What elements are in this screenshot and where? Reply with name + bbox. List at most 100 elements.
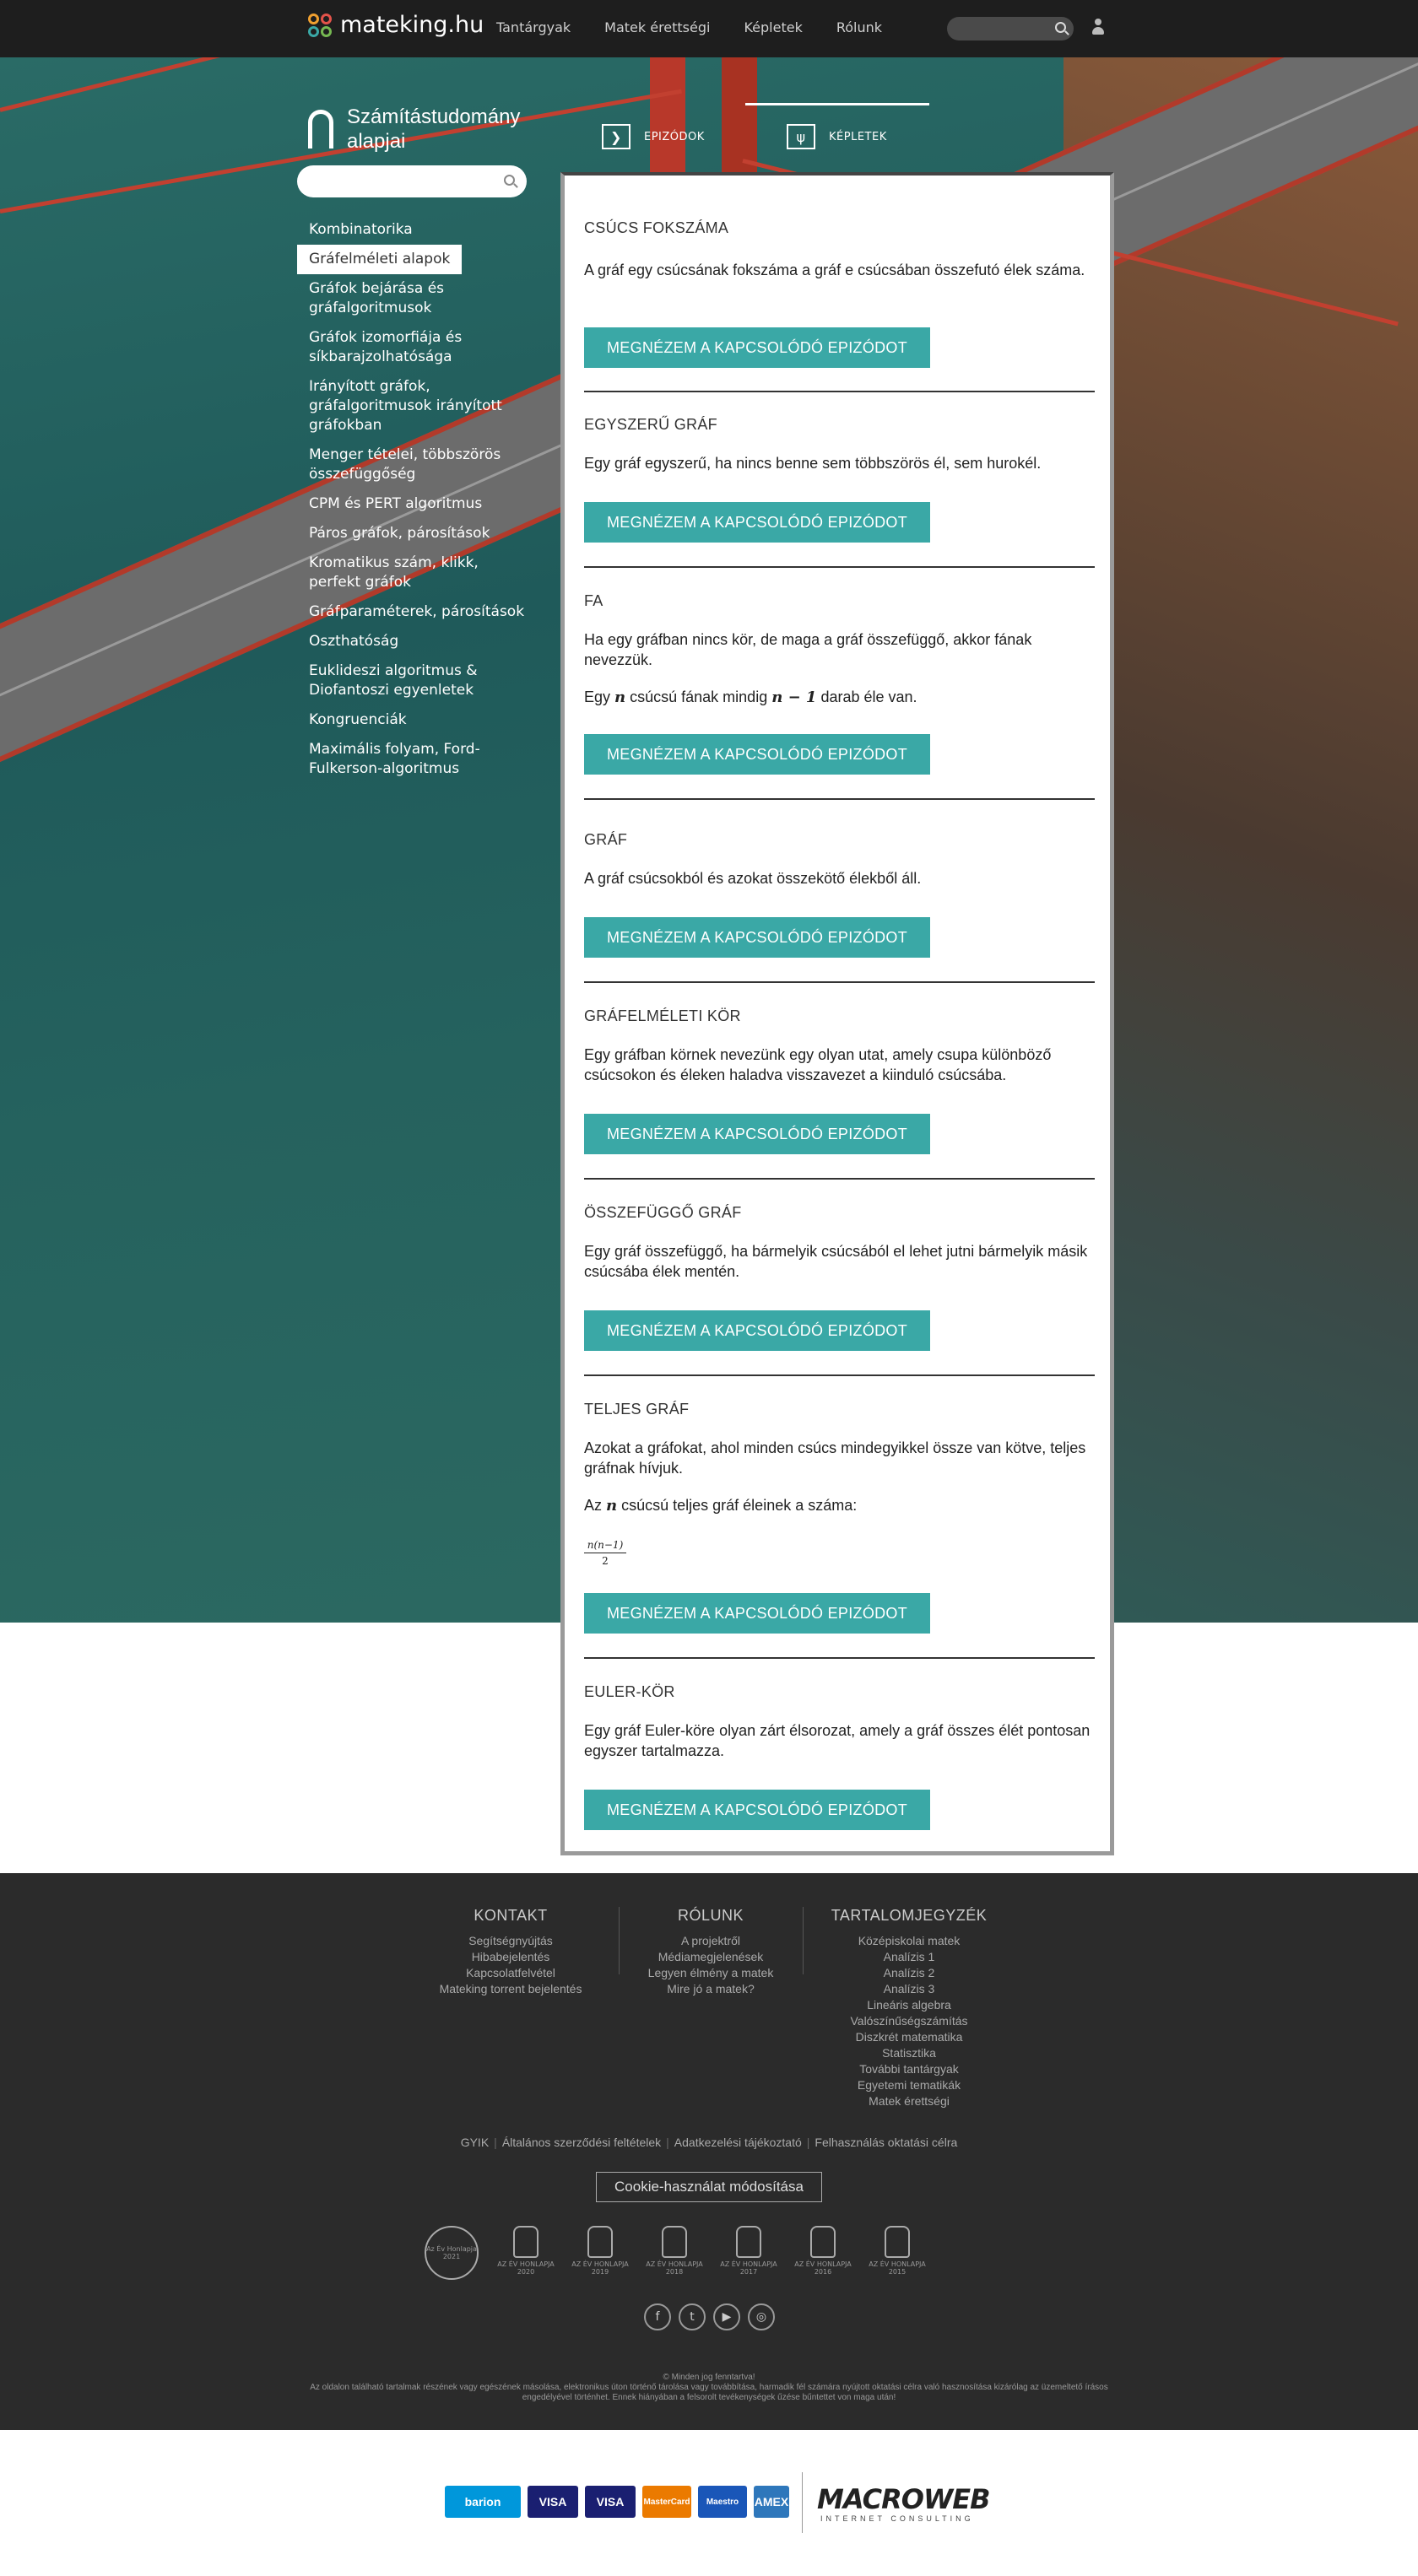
formula-entry: FA Ha egy gráfban nincs kör, de maga a g…	[584, 592, 1095, 800]
award-label: AZ ÉV HONLAPJA 2017	[720, 2260, 777, 2276]
user-icon[interactable]	[1091, 19, 1105, 35]
sidebar-item[interactable]: CPM és PERT algoritmus	[297, 489, 542, 519]
footer-link[interactable]: Középiskolai matek	[819, 1933, 999, 1949]
site-of-the-year-badge: AZ ÉV HONLAPJA 2016	[793, 2226, 852, 2287]
entry-text: A gráf egy csúcsának fokszáma a gráf e c…	[584, 262, 1085, 278]
formula-entry: GRÁF A gráf csúcsokból és azokat összekö…	[584, 831, 1095, 983]
footer-link[interactable]: Analízis 2	[819, 1965, 999, 1981]
footer-link[interactable]: Kapcsolatfelvétel	[422, 1965, 599, 1981]
legal-link-privacy[interactable]: Adatkezelési tájékoztató	[669, 2136, 807, 2149]
entry-title: GRÁF	[584, 831, 628, 848]
legal-link-gyik[interactable]: GYIK	[456, 2136, 494, 2149]
award-hand-icon	[662, 2226, 687, 2258]
related-episode-button[interactable]: MEGNÉZEM A KAPCSOLÓDÓ EPIZÓDOT	[584, 734, 930, 775]
site-footer: KONTAKT Segítségnyújtás Hibabejelentés K…	[0, 1873, 1418, 2430]
nav-link-matek-erettsegi[interactable]: Matek érettségi	[604, 19, 710, 35]
search-icon[interactable]	[1055, 22, 1066, 33]
footer-link[interactable]: A projektről	[635, 1933, 787, 1949]
footer-divider	[803, 1907, 804, 1974]
site-of-the-year-badge: Az Év Honlapja 2021	[422, 2226, 481, 2287]
divider	[584, 1178, 1095, 1180]
nav-search-input[interactable]	[947, 17, 1074, 41]
formula-entry: TELJES GRÁF Azokat a gráfokat, ahol mind…	[584, 1401, 1095, 1659]
footer-link[interactable]: Analízis 3	[819, 1981, 999, 1997]
sidebar-item[interactable]: Kromatikus szám, klikk, perfekt gráfok	[297, 548, 542, 597]
footer-link[interactable]: Egyetemi tematikák	[819, 2077, 999, 2093]
sidebar-search-input[interactable]	[297, 165, 527, 197]
sidebar-item[interactable]: Euklideszi algoritmus & Diofantoszi egye…	[297, 656, 542, 705]
related-episode-button[interactable]: MEGNÉZEM A KAPCSOLÓDÓ EPIZÓDOT	[584, 1593, 930, 1634]
divider	[584, 1657, 1095, 1659]
sidebar-item-wrapper: Gráfparaméterek, párosítások	[297, 597, 542, 627]
entry-text: Egy gráf Euler-köre olyan zárt élsorozat…	[584, 1722, 1091, 1759]
formulas-panel: CSÚCS FOKSZÁMA A gráf egy csúcsának foks…	[560, 172, 1114, 1855]
sidebar-item[interactable]: Gráfparaméterek, párosítások	[297, 597, 542, 627]
sidebar-item[interactable]: Páros gráfok, párosítások	[297, 519, 542, 548]
entry-text: Ha egy gráfban nincs kör, de maga a gráf…	[584, 631, 1032, 668]
sidebar-item[interactable]: Gráfelméleti alapok	[297, 245, 463, 274]
footer-link[interactable]: Valószínűségszámítás	[819, 2013, 999, 2029]
entry-text: Egy gráfban körnek nevezünk egy olyan ut…	[584, 1046, 1052, 1083]
sidebar-item[interactable]: Menger tételei, többszörös összefüggőség	[297, 440, 542, 489]
footer-col-rolunk: RÓLUNK A projektről Médiamegjelenések Le…	[635, 1907, 787, 1997]
footer-link[interactable]: Mire jó a matek?	[635, 1981, 787, 1997]
course-arch-icon	[308, 110, 333, 149]
site-logo[interactable]: mateking.hu	[308, 12, 484, 38]
site-of-the-year-badge: AZ ÉV HONLAPJA 2019	[571, 2226, 630, 2287]
cookie-settings-button[interactable]: Cookie-használat módosítása	[596, 2172, 822, 2202]
footer-link[interactable]: Legyen élmény a matek	[635, 1965, 787, 1981]
related-episode-button[interactable]: MEGNÉZEM A KAPCSOLÓDÓ EPIZÓDOT	[584, 1310, 930, 1351]
nav-link-rolunk[interactable]: Rólunk	[836, 19, 882, 35]
related-episode-button[interactable]: MEGNÉZEM A KAPCSOLÓDÓ EPIZÓDOT	[584, 1790, 930, 1830]
footer-link[interactable]: Hibabejelentés	[422, 1949, 599, 1965]
award-hand-icon	[885, 2226, 910, 2258]
sidebar-item[interactable]: Kombinatorika	[297, 215, 542, 245]
award-label: AZ ÉV HONLAPJA 2020	[497, 2260, 555, 2276]
sidebar-item-wrapper: Menger tételei, többszörös összefüggőség	[297, 440, 542, 489]
search-icon[interactable]	[504, 175, 515, 186]
footer-link[interactable]: Lineáris algebra	[819, 1997, 999, 2013]
entry-title: EULER-KÖR	[584, 1683, 675, 1700]
instagram-icon[interactable]: ◎	[748, 2303, 775, 2330]
disclaimer-text: Az oldalon található tartalmak részének …	[310, 2383, 1108, 2402]
award-label: AZ ÉV HONLAPJA 2015	[869, 2260, 926, 2276]
footer-link[interactable]: Médiamegjelenések	[635, 1949, 787, 1965]
sidebar-item[interactable]: Maximális folyam, Ford-Fulkerson-algorit…	[297, 735, 542, 784]
award-seal-icon: Az Év Honlapja 2021	[425, 2226, 479, 2280]
tab-episodes[interactable]: ❯ EPIZÓDOK	[602, 124, 705, 149]
macroweb-logo[interactable]: MACROWEB	[817, 2483, 990, 2515]
footer-link[interactable]: Analízis 1	[819, 1949, 999, 1965]
sidebar-item-wrapper: Kromatikus szám, klikk, perfekt gráfok	[297, 548, 542, 597]
sidebar-item[interactable]: Irányított gráfok, gráfalgoritmusok irán…	[297, 372, 542, 440]
sidebar-item[interactable]: Kongruenciák	[297, 705, 542, 735]
copyright-block: © Minden jog fenntartva! Az oldalon talá…	[287, 2373, 1131, 2403]
course-header: Számítástudomány alapjai	[308, 105, 541, 154]
sidebar-item-wrapper: Kombinatorika	[297, 215, 542, 245]
facebook-icon[interactable]: f	[644, 2303, 671, 2330]
sidebar-item[interactable]: Gráfok bejárása és gráfalgoritmusok	[297, 274, 542, 323]
footer-link[interactable]: Segítségnyújtás	[422, 1933, 599, 1949]
sidebar-item[interactable]: Gráfok izomorfiája és síkbarajzolhatóság…	[297, 323, 542, 372]
footer-link[interactable]: További tantárgyak	[819, 2061, 999, 2077]
edge-count-formula: n(n−1) 2	[584, 1539, 626, 1567]
footer-link[interactable]: Mateking torrent bejelentés	[422, 1981, 599, 1997]
related-episode-button[interactable]: MEGNÉZEM A KAPCSOLÓDÓ EPIZÓDOT	[584, 1114, 930, 1154]
sidebar-item-wrapper: CPM és PERT algoritmus	[297, 489, 542, 519]
sidebar-item[interactable]: Oszthatóság	[297, 627, 542, 656]
footer-link[interactable]: Diszkrét matematika	[819, 2029, 999, 2045]
related-episode-button[interactable]: MEGNÉZEM A KAPCSOLÓDÓ EPIZÓDOT	[584, 502, 930, 543]
twitter-icon[interactable]: t	[679, 2303, 706, 2330]
nav-link-kepletek[interactable]: Képletek	[744, 19, 802, 35]
sidebar-item-wrapper: Gráfok izomorfiája és síkbarajzolhatóság…	[297, 323, 542, 372]
legal-link-education[interactable]: Felhasználás oktatási célra	[809, 2136, 962, 2149]
footer-link[interactable]: Matek érettségi	[819, 2093, 999, 2109]
related-episode-button[interactable]: MEGNÉZEM A KAPCSOLÓDÓ EPIZÓDOT	[584, 917, 930, 958]
tab-formulas[interactable]: ψ KÉPLETEK	[787, 124, 887, 149]
footer-link[interactable]: Statisztika	[819, 2045, 999, 2061]
youtube-icon[interactable]: ▶	[713, 2303, 740, 2330]
related-episode-button[interactable]: MEGNÉZEM A KAPCSOLÓDÓ EPIZÓDOT	[584, 327, 930, 368]
nav-link-tantargyak[interactable]: Tantárgyak	[496, 19, 571, 35]
formula-entry: CSÚCS FOKSZÁMA A gráf egy csúcsának foks…	[584, 219, 1095, 392]
legal-link-aszf[interactable]: Általános szerződési feltételek	[497, 2136, 666, 2149]
entry-title: CSÚCS FOKSZÁMA	[584, 219, 729, 236]
